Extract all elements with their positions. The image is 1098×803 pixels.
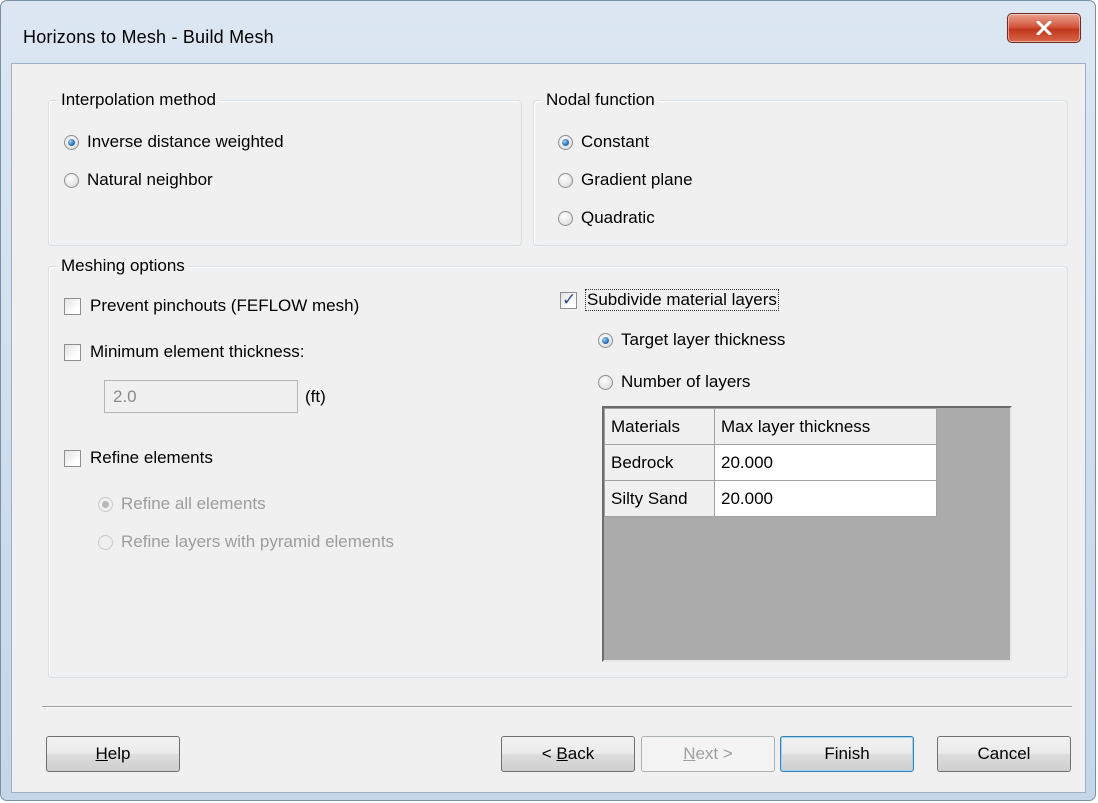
- radio-button[interactable]: [98, 534, 113, 550]
- radio-label: Constant: [581, 132, 650, 151]
- help-button[interactable]: Help: [46, 736, 180, 772]
- checkbox-label: Refine elements: [90, 448, 213, 467]
- checkbox-label: Minimum element thickness:: [90, 342, 305, 361]
- radio-label: Refine all elements: [121, 494, 266, 513]
- radio-label: Target layer thickness: [621, 330, 786, 349]
- material-cell[interactable]: Silty Sand: [604, 480, 715, 517]
- checkbox-prevent-pinchouts[interactable]: Prevent pinchouts (FEFLOW mesh): [64, 296, 359, 316]
- radio-button-selected[interactable]: [64, 134, 79, 150]
- checkbox[interactable]: [64, 297, 81, 315]
- checkbox-min-thickness[interactable]: Minimum element thickness:: [64, 342, 304, 362]
- radio-label: Number of layers: [621, 372, 751, 391]
- checkbox-checked[interactable]: ✓: [560, 289, 577, 309]
- radio-natural-neighbor[interactable]: Natural neighbor: [64, 170, 213, 190]
- material-cell[interactable]: Bedrock: [604, 444, 715, 481]
- checkbox-subdivide-layers[interactable]: ✓ Subdivide material layers: [560, 289, 779, 311]
- radio-button-selected[interactable]: [598, 332, 613, 348]
- next-button[interactable]: Next >: [641, 736, 775, 772]
- radio-button[interactable]: [598, 374, 613, 390]
- materials-table: Materials Max layer thickness Bedrock 20…: [604, 408, 937, 517]
- thickness-cell[interactable]: 20.000: [714, 480, 937, 517]
- radio-button[interactable]: [558, 210, 573, 226]
- table-header-row: Materials Max layer thickness: [604, 408, 937, 445]
- finish-button[interactable]: Finish: [780, 736, 914, 772]
- radio-button[interactable]: [558, 172, 573, 188]
- nodal-function-label: Nodal function: [542, 90, 659, 110]
- back-button[interactable]: < Back: [501, 736, 635, 772]
- divider: [42, 706, 1072, 708]
- column-header-materials[interactable]: Materials: [604, 408, 715, 445]
- table-row: Bedrock 20.000: [604, 444, 937, 481]
- mnemonic: B: [556, 744, 568, 763]
- dialog-client-area: Interpolation method Inverse distance we…: [11, 63, 1086, 793]
- interpolation-method-label: Interpolation method: [57, 90, 220, 110]
- checkbox-label: Prevent pinchouts (FEFLOW mesh): [90, 296, 360, 315]
- radio-button-selected[interactable]: [98, 496, 113, 512]
- radio-button[interactable]: [64, 172, 79, 188]
- button-label: ext >: [695, 744, 733, 763]
- radio-label: Refine layers with pyramid elements: [121, 532, 395, 551]
- radio-inverse-distance[interactable]: Inverse distance weighted: [64, 132, 284, 152]
- mnemonic: H: [95, 744, 108, 763]
- button-label: elp: [107, 744, 131, 763]
- radio-gradient-plane[interactable]: Gradient plane: [558, 170, 693, 190]
- close-button[interactable]: [1007, 13, 1081, 43]
- min-thickness-input[interactable]: 2.0: [104, 380, 298, 413]
- checkbox-refine-elements[interactable]: Refine elements: [64, 448, 213, 468]
- window-title: Horizons to Mesh - Build Mesh: [23, 27, 274, 47]
- close-icon: [1036, 21, 1052, 35]
- radio-label: Inverse distance weighted: [87, 132, 284, 151]
- radio-label: Quadratic: [581, 208, 655, 227]
- button-label: Cancel: [977, 744, 1031, 763]
- materials-grid[interactable]: Materials Max layer thickness Bedrock 20…: [602, 406, 1012, 662]
- meshing-options-label: Meshing options: [57, 256, 189, 276]
- checkbox-label: Subdivide material layers: [585, 289, 779, 311]
- radio-label: Gradient plane: [581, 170, 693, 189]
- radio-button-selected[interactable]: [558, 134, 573, 150]
- title-bar[interactable]: Horizons to Mesh - Build Mesh: [1, 1, 1095, 61]
- radio-refine-all[interactable]: Refine all elements: [98, 494, 266, 514]
- button-label: Finish: [824, 744, 870, 763]
- radio-quadratic[interactable]: Quadratic: [558, 208, 655, 228]
- radio-constant[interactable]: Constant: [558, 132, 649, 152]
- table-row: Silty Sand 20.000: [604, 480, 937, 517]
- dialog-window: Horizons to Mesh - Build Mesh Interpolat…: [0, 0, 1096, 801]
- radio-target-thickness[interactable]: Target layer thickness: [598, 330, 785, 350]
- radio-number-of-layers[interactable]: Number of layers: [598, 372, 750, 392]
- checkbox[interactable]: [64, 449, 81, 467]
- button-label: ack: [567, 744, 595, 763]
- cancel-button[interactable]: Cancel: [937, 736, 1071, 772]
- radio-refine-pyramid[interactable]: Refine layers with pyramid elements: [98, 532, 394, 552]
- mnemonic: N: [683, 744, 696, 763]
- column-header-max-thickness[interactable]: Max layer thickness: [714, 408, 937, 445]
- button-label-prefix: <: [541, 744, 557, 763]
- checkmark-icon: ✓: [562, 289, 577, 309]
- unit-label: (ft): [305, 387, 326, 406]
- radio-label: Natural neighbor: [87, 170, 213, 189]
- thickness-cell[interactable]: 20.000: [714, 444, 937, 481]
- checkbox[interactable]: [64, 343, 81, 361]
